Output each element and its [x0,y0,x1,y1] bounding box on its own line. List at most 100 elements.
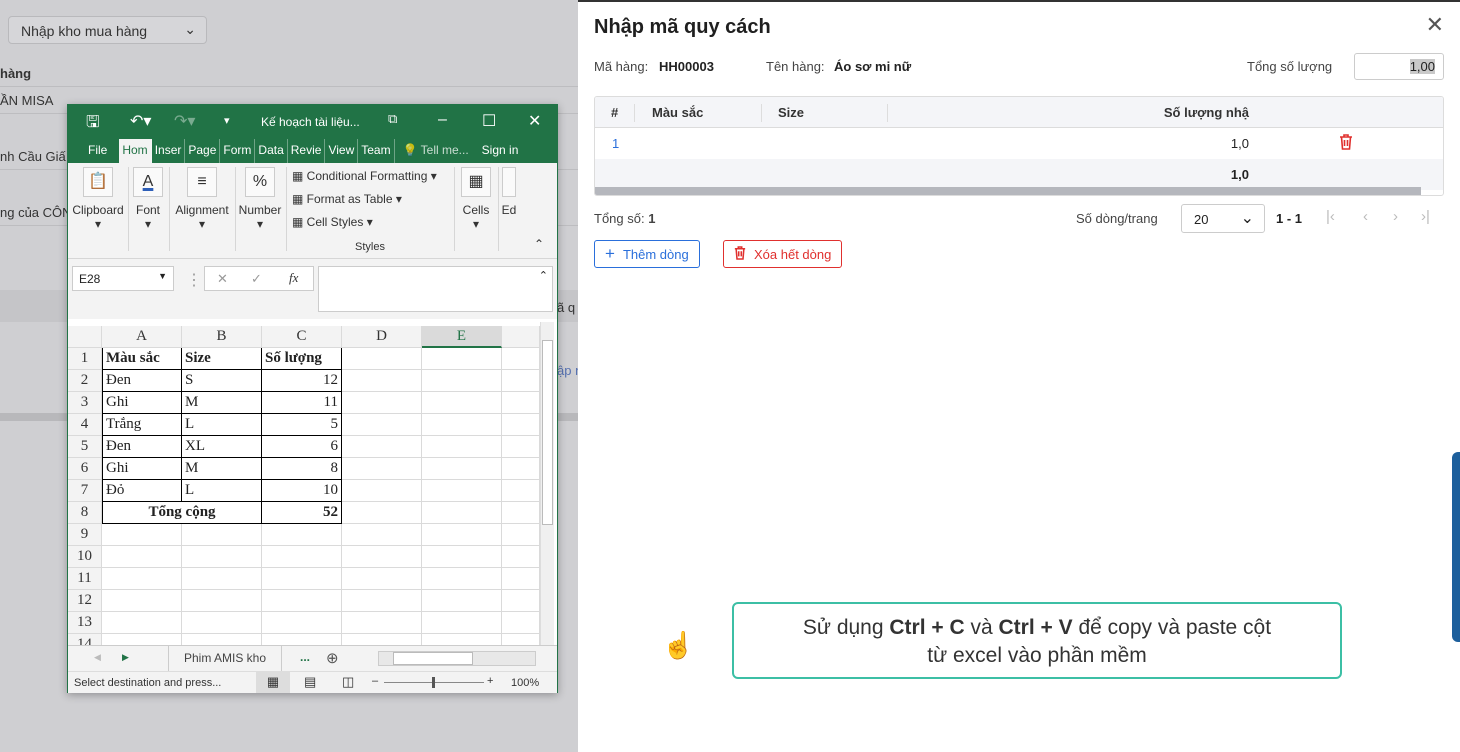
cell [262,590,342,612]
maximize-icon[interactable]: ☐ [482,111,496,131]
customize-qat-icon[interactable]: ▾ [224,114,230,127]
column-header-A[interactable]: A [102,326,182,348]
next-sheet-icon[interactable]: ▶ [122,652,129,663]
tab-team[interactable]: Team [358,139,395,163]
column-header-E[interactable]: E [422,326,502,348]
page-layout-view-icon[interactable]: ▤ [304,674,316,690]
cell [422,568,502,590]
tab-file[interactable]: File [68,139,119,163]
trash-icon [734,245,746,263]
zoom-slider[interactable] [384,677,484,688]
tab-home[interactable]: Hom [119,139,152,163]
normal-view-icon[interactable]: ▦ [256,672,290,693]
prev-page-icon[interactable]: ‹ [1363,208,1368,225]
add-row-button[interactable]: + Thêm dòng [594,240,700,268]
cell [502,348,540,370]
add-sheet-icon[interactable]: ⊕ [326,649,339,667]
row-header-14[interactable]: 14 [68,634,102,645]
column-header-F[interactable] [502,326,540,348]
sign-in-link[interactable]: Sign in [472,139,522,163]
next-page-icon[interactable]: › [1393,208,1398,225]
close-icon[interactable]: ✕ [1426,12,1444,38]
side-drawer-tab[interactable] [1452,452,1460,642]
row-header-3[interactable]: 3 [68,392,102,414]
cell: M [182,392,262,414]
tab-view[interactable]: View [325,139,359,163]
total-qty-label: Tổng số lượng [1247,59,1333,74]
worksheet-grid[interactable]: A B C D E 1 Màu sắc Size Số lượng 2 Đen S 12 3 Ghi M 11 4… [68,322,540,645]
zoom-in-icon[interactable]: + [487,675,493,687]
row-header-9[interactable]: 9 [68,524,102,546]
row-header-10[interactable]: 10 [68,546,102,568]
column-header-D[interactable]: D [342,326,422,348]
tab-review[interactable]: Revie [288,139,326,163]
cell [102,568,182,590]
row-header-8[interactable]: 8 [68,502,102,524]
first-page-icon[interactable]: |‹ [1326,208,1335,225]
cancel-icon[interactable]: ✕ [217,271,228,287]
tab-data[interactable]: Data [255,139,288,163]
prev-sheet-icon[interactable]: ◀ [94,652,101,663]
zoom-out-icon[interactable]: – [372,675,378,687]
formula-input[interactable]: ⌃ [318,266,553,312]
alignment-group[interactable]: ≡ Alignment ▾ [172,167,232,231]
sheet-tab[interactable]: Phim AMIS kho [168,646,283,671]
bg-text: ng của CÔN [0,205,72,220]
total-qty-input[interactable]: 1,00 [1354,53,1444,80]
enter-icon[interactable]: ✓ [251,271,262,287]
column-header-B[interactable]: B [182,326,262,348]
cells-group[interactable]: ▦ Cells ▾ [458,167,494,231]
ribbon-display-icon[interactable]: ⧉ [388,111,397,127]
cell [342,458,422,480]
row-header-2[interactable]: 2 [68,370,102,392]
save-icon[interactable]: 🖫 [86,111,100,138]
horizontal-scrollbar[interactable] [595,187,1421,195]
name-box[interactable]: E28 ▼ [72,266,174,291]
zoom-level: 100% [511,677,540,689]
table-row[interactable]: 1 1,0 [595,128,1443,159]
tab-insert[interactable]: Inser [152,139,186,163]
number-group[interactable]: % Number ▾ [236,167,284,231]
expand-icon[interactable]: ⌃ [539,269,548,282]
row-header-6[interactable]: 6 [68,458,102,480]
row-header-11[interactable]: 11 [68,568,102,590]
minimize-icon[interactable]: – [438,111,447,129]
delete-all-rows-button[interactable]: Xóa hết dòng [723,240,843,268]
cell: 5 [262,414,342,436]
conditional-formatting-button[interactable]: ▦ Conditional Formatting ▾ [292,169,437,183]
row-header-4[interactable]: 4 [68,414,102,436]
row-qty[interactable]: 1,0 [1231,136,1249,151]
fx-icon[interactable]: fx [289,270,298,286]
grid-footer: 1,0 [595,159,1443,190]
row-header-5[interactable]: 5 [68,436,102,458]
trash-icon[interactable] [1339,134,1353,153]
col-color: Màu sắc [652,105,704,120]
close-window-icon[interactable]: ✕ [528,111,541,131]
row-header-1[interactable]: 1 [68,348,102,370]
row-header-7[interactable]: 7 [68,480,102,502]
clipboard-group[interactable]: 📋 Clipboard ▾ [70,167,126,231]
tell-me-search[interactable]: 💡 Tell me... [395,139,472,163]
select-all-corner[interactable] [68,326,102,348]
cell-styles-button[interactable]: ▦ Cell Styles ▾ [292,215,373,229]
voucher-type-select[interactable]: Nhập kho mua hàng ⌄ [8,16,207,44]
editing-group[interactable]: Ed [500,167,518,217]
column-header-C[interactable]: C [262,326,342,348]
page-break-view-icon[interactable]: ◫ [342,674,354,690]
row-header-12[interactable]: 12 [68,590,102,612]
last-page-icon[interactable]: ›| [1421,208,1430,225]
vertical-scrollbar[interactable] [540,322,554,645]
cell [102,546,182,568]
tab-page-layout[interactable]: Page [185,139,221,163]
collapse-ribbon-icon[interactable]: ⌃ [534,237,544,251]
cell [502,370,540,392]
redo-icon[interactable]: ↷▾ [174,111,195,131]
font-group[interactable]: A Font ▾ [130,167,166,231]
horizontal-scrollbar[interactable] [378,651,536,666]
more-sheets[interactable]: ... [300,650,310,664]
page-size-select[interactable]: 20 ⌄ [1181,204,1265,233]
tab-formulas[interactable]: Form [220,139,256,163]
row-header-13[interactable]: 13 [68,612,102,634]
undo-icon[interactable]: ↶▾ [130,111,151,131]
format-as-table-button[interactable]: ▦ Format as Table ▾ [292,192,402,206]
